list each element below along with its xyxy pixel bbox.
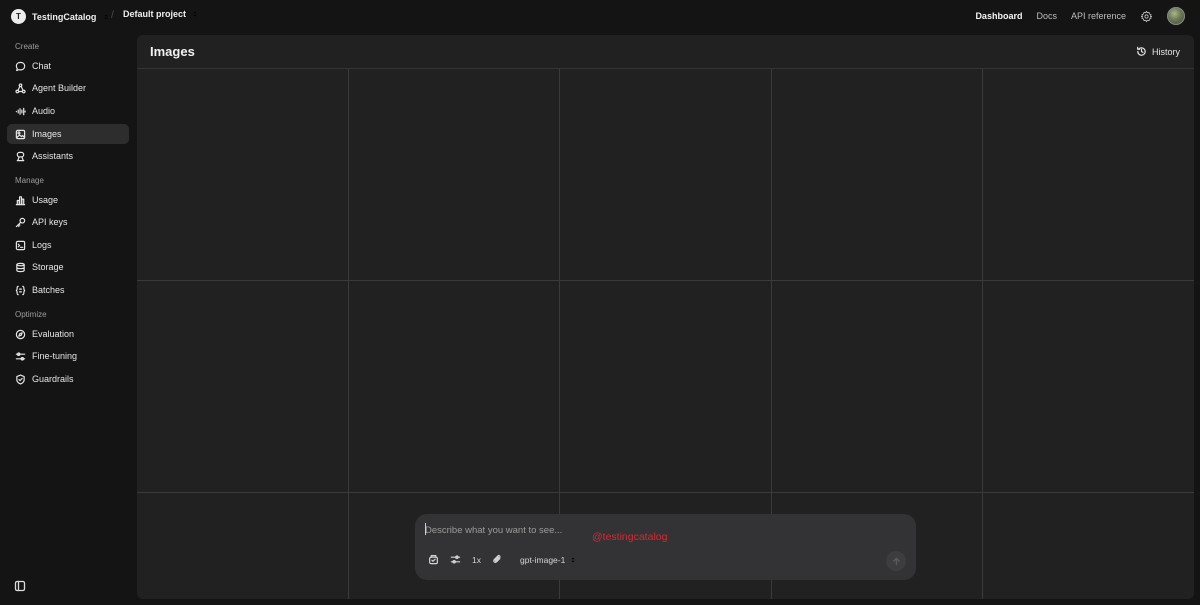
top-bar: T TestingCatalog / Default project Dashb…	[0, 0, 1200, 34]
image-icon	[15, 129, 26, 140]
history-button[interactable]: History	[1136, 46, 1180, 57]
sidebar-item-label: Chat	[32, 61, 52, 71]
panel-header: Images History	[137, 35, 1194, 69]
top-nav: Dashboard Docs API reference	[975, 7, 1185, 25]
nav-docs[interactable]: Docs	[1036, 11, 1057, 21]
key-icon	[15, 217, 26, 228]
org-switcher[interactable]: T TestingCatalog	[11, 9, 110, 24]
sidebar-item-label: Storage	[32, 262, 64, 272]
assistant-icon	[15, 151, 26, 162]
sidebar-item-logs[interactable]: Logs	[7, 235, 129, 255]
sidebar-item-label: Fine-tuning	[32, 351, 78, 361]
sidebar-item-guardrails[interactable]: Guardrails	[7, 369, 129, 389]
chevron-updown-icon	[569, 556, 577, 564]
org-avatar: T	[11, 9, 26, 24]
database-icon	[15, 262, 26, 273]
paperclip-icon[interactable]	[492, 554, 503, 565]
chevron-updown-icon	[191, 10, 199, 18]
sidebar-item-fine-tuning[interactable]: Fine-tuning	[7, 346, 129, 366]
sidebar-item-images[interactable]: Images	[7, 124, 129, 144]
org-name: TestingCatalog	[32, 11, 97, 22]
shield-check-icon	[15, 374, 26, 385]
chat-bubble-icon	[15, 61, 26, 72]
sidebar-item-usage[interactable]: Usage	[7, 190, 129, 210]
section-label-create: Create	[15, 42, 40, 51]
nav-dashboard[interactable]: Dashboard	[975, 11, 1022, 21]
model-selector[interactable]: gpt-image-1	[520, 555, 577, 565]
settings-sliders-icon[interactable]	[450, 554, 461, 565]
sidebar-item-label: API keys	[32, 217, 68, 227]
project-switcher[interactable]: Default project	[123, 9, 199, 19]
sidebar-item-assistants[interactable]: Assistants	[7, 146, 129, 166]
section-label-optimize: Optimize	[15, 310, 47, 319]
sidebar: Create Chat Agent Builder Audio Images A…	[0, 34, 136, 605]
section-label-manage: Manage	[15, 176, 44, 185]
text-caret	[425, 523, 426, 535]
model-name: gpt-image-1	[519, 554, 566, 565]
sidebar-item-evaluation[interactable]: Evaluation	[7, 324, 129, 344]
sidebar-item-label: Logs	[32, 240, 52, 250]
image-count-selector[interactable]: 1x	[472, 555, 481, 565]
sidebar-item-label: Agent Builder	[32, 83, 87, 93]
batches-icon	[15, 285, 26, 296]
sidebar-item-label: Assistants	[32, 151, 74, 161]
page-title: Images	[150, 44, 195, 59]
sidebar-toggle-icon[interactable]	[14, 580, 26, 592]
gear-icon[interactable]	[1140, 10, 1153, 23]
project-name: Default project	[123, 9, 187, 19]
history-icon	[1136, 46, 1147, 57]
composer-toolbar: 1x gpt-image-1	[428, 554, 577, 565]
terminal-icon	[15, 240, 26, 251]
sidebar-item-agent-builder[interactable]: Agent Builder	[7, 78, 129, 98]
send-button[interactable]	[886, 551, 906, 571]
grid-divider	[137, 280, 1194, 281]
sidebar-item-label: Usage	[32, 195, 59, 205]
compass-icon	[15, 329, 26, 340]
arrow-up-icon	[892, 557, 901, 566]
prompt-composer: 1x gpt-image-1	[415, 514, 916, 580]
chevron-updown-icon	[102, 13, 110, 21]
sidebar-item-label: Audio	[32, 106, 56, 116]
sliders-icon	[15, 351, 26, 362]
sidebar-item-label: Images	[32, 129, 62, 139]
bar-chart-icon	[15, 195, 26, 206]
sidebar-item-api-keys[interactable]: API keys	[7, 212, 129, 232]
sidebar-item-storage[interactable]: Storage	[7, 257, 129, 277]
nav-api-reference[interactable]: API reference	[1071, 11, 1126, 21]
grid-divider	[137, 492, 1194, 493]
user-avatar[interactable]	[1167, 7, 1185, 25]
history-label: History	[1151, 46, 1180, 57]
sidebar-item-label: Guardrails	[32, 374, 74, 384]
style-presets-icon[interactable]	[428, 554, 439, 565]
nodes-icon	[15, 82, 26, 94]
audio-wave-icon	[15, 106, 26, 117]
sidebar-item-chat[interactable]: Chat	[7, 56, 129, 76]
sidebar-item-label: Batches	[32, 285, 65, 295]
prompt-input[interactable]	[425, 522, 725, 538]
grid-divider	[982, 69, 983, 599]
sidebar-item-label: Evaluation	[32, 329, 75, 339]
sidebar-item-batches[interactable]: Batches	[7, 280, 129, 300]
watermark: @testingcatalog	[592, 531, 668, 543]
breadcrumb-separator: /	[111, 10, 114, 21]
sidebar-item-audio[interactable]: Audio	[7, 101, 129, 121]
grid-divider	[348, 69, 349, 599]
